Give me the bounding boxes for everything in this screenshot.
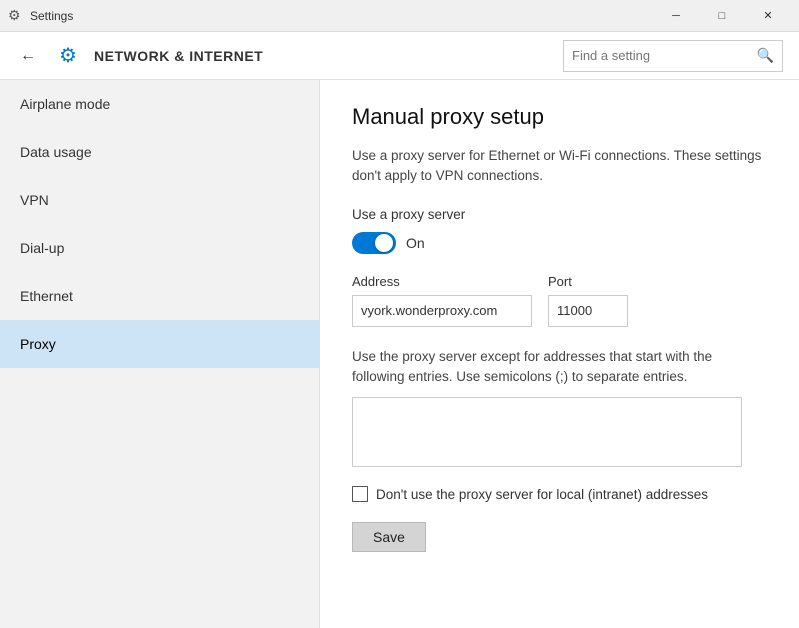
sidebar-item-airplane-mode[interactable]: Airplane mode (0, 80, 319, 128)
address-port-row: Address Port (352, 274, 767, 327)
search-button[interactable]: 🔍 (757, 47, 774, 64)
sidebar-item-label: VPN (20, 192, 49, 208)
proxy-toggle[interactable] (352, 232, 396, 254)
content-panel: Manual proxy setup Use a proxy server fo… (320, 80, 799, 628)
checkbox-label: Don't use the proxy server for local (in… (376, 487, 708, 502)
sidebar-item-label: Ethernet (20, 288, 73, 304)
sidebar-item-label: Proxy (20, 336, 56, 352)
app-title: NETWORK & INTERNET (94, 48, 563, 64)
toggle-section-label: Use a proxy server (352, 207, 767, 222)
app: ← ⚙ NETWORK & INTERNET 🔍 Airplane mode D… (0, 32, 799, 628)
sidebar-item-label: Data usage (20, 144, 92, 160)
maximize-button[interactable]: □ (699, 0, 745, 32)
toggle-label: On (406, 235, 425, 251)
back-button[interactable]: ← (16, 43, 40, 69)
search-input[interactable] (572, 48, 757, 63)
sidebar-item-data-usage[interactable]: Data usage (0, 128, 319, 176)
checkbox-row: Don't use the proxy server for local (in… (352, 486, 767, 502)
exceptions-textarea[interactable] (352, 397, 742, 467)
search-icon: 🔍 (757, 47, 774, 64)
port-label: Port (548, 274, 628, 289)
sidebar: Airplane mode Data usage VPN Dial-up Eth… (0, 80, 320, 628)
address-group: Address (352, 274, 532, 327)
title-bar: ⚙ Settings ─ □ ✕ (0, 0, 799, 32)
settings-icon: ⚙ (52, 40, 84, 72)
save-button[interactable]: Save (352, 522, 426, 552)
minimize-button[interactable]: ─ (653, 0, 699, 32)
page-title: Manual proxy setup (352, 104, 767, 130)
port-group: Port (548, 274, 628, 327)
description-text: Use a proxy server for Ethernet or Wi-Fi… (352, 146, 767, 187)
local-addresses-checkbox[interactable] (352, 486, 368, 502)
main-layout: Airplane mode Data usage VPN Dial-up Eth… (0, 80, 799, 628)
title-bar-controls: ─ □ ✕ (653, 0, 791, 32)
search-box: 🔍 (563, 40, 783, 72)
toggle-thumb (375, 234, 393, 252)
sidebar-item-label: Dial-up (20, 240, 64, 256)
sidebar-item-label: Airplane mode (20, 96, 110, 112)
title-bar-text: Settings (30, 9, 653, 23)
sidebar-item-proxy[interactable]: Proxy (0, 320, 319, 368)
title-bar-icon: ⚙ (8, 8, 24, 24)
address-input[interactable] (352, 295, 532, 327)
app-header: ← ⚙ NETWORK & INTERNET 🔍 (0, 32, 799, 80)
close-button[interactable]: ✕ (745, 0, 791, 32)
address-label: Address (352, 274, 532, 289)
sidebar-item-vpn[interactable]: VPN (0, 176, 319, 224)
exceptions-description: Use the proxy server except for addresse… (352, 347, 767, 388)
back-icon: ← (20, 47, 36, 65)
port-input[interactable] (548, 295, 628, 327)
toggle-row: On (352, 232, 767, 254)
sidebar-item-dial-up[interactable]: Dial-up (0, 224, 319, 272)
sidebar-item-ethernet[interactable]: Ethernet (0, 272, 319, 320)
